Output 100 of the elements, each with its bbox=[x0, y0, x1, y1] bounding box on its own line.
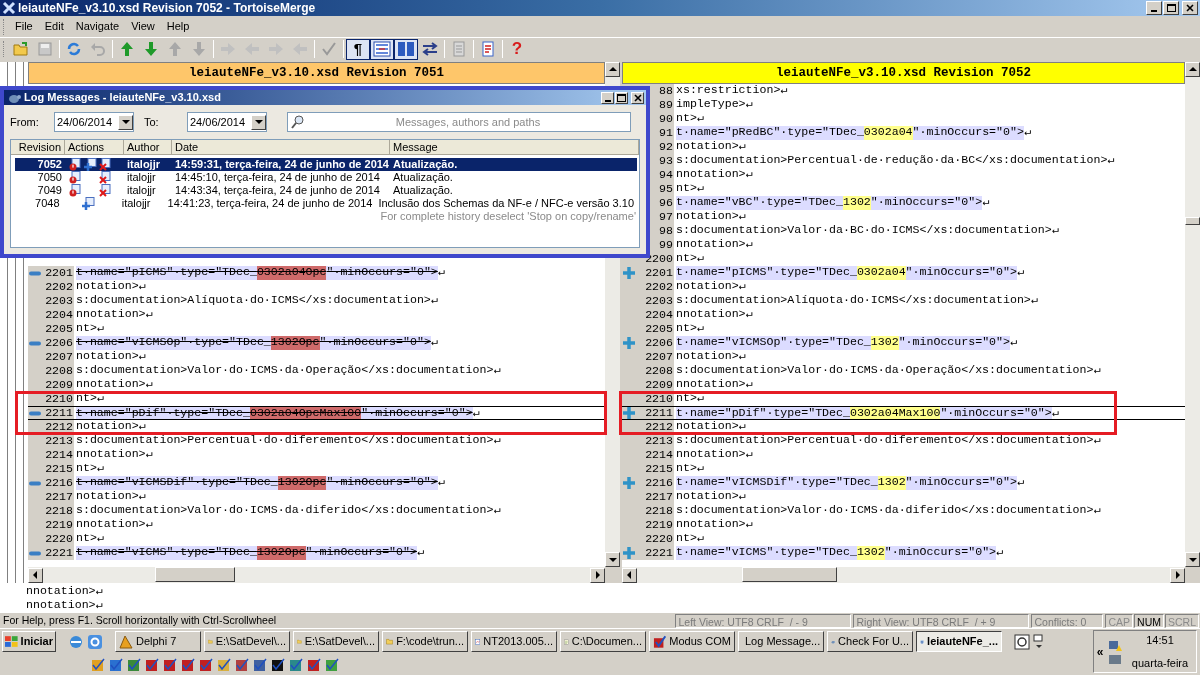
show-whitespace-button[interactable]: ¶ bbox=[346, 38, 370, 60]
taskbar-button[interactable]: leiauteNFe_... bbox=[916, 631, 1002, 652]
close-icon bbox=[1186, 4, 1194, 12]
line-number: 2220 bbox=[45, 533, 74, 545]
line-number: 2221 bbox=[645, 547, 674, 559]
changed-text: 1302 bbox=[870, 336, 899, 350]
taskbar-button[interactable]: E:\SatDevel\... bbox=[293, 631, 379, 652]
menu-item[interactable]: Edit bbox=[38, 18, 70, 35]
code-line: xs:restriction>↵ bbox=[675, 84, 788, 98]
pane-header: leiauteNFe_v3.10.xsd Revision 7051 bbox=[28, 62, 605, 84]
minimize-button[interactable] bbox=[1146, 1, 1162, 15]
search-input[interactable]: Messages, authors and paths bbox=[306, 113, 630, 131]
column-header[interactable]: Author bbox=[124, 140, 172, 154]
scrollbar-thumb[interactable] bbox=[155, 567, 235, 582]
dropdown-button[interactable] bbox=[118, 114, 133, 130]
taskbar-button[interactable]: Log Message... bbox=[738, 631, 824, 652]
taskbar-button[interactable]: Modus COM bbox=[649, 631, 735, 652]
tray-expand-button[interactable]: « bbox=[1094, 642, 1106, 661]
taskbar-button[interactable]: E:\SatDevel\... bbox=[204, 631, 290, 652]
log-row[interactable]: 7050 italojjr 14:45:10, terça-feira, 24 de junho de 2014 Atualização. bbox=[15, 171, 637, 184]
scroll-right-button[interactable] bbox=[1170, 567, 1185, 583]
vertical-scrollbar[interactable] bbox=[1185, 62, 1200, 583]
quick-launch-icon[interactable] bbox=[198, 656, 214, 673]
scroll-down-button[interactable] bbox=[1185, 552, 1200, 567]
scroll-left-button[interactable] bbox=[28, 567, 43, 583]
menu-item[interactable]: View bbox=[125, 18, 161, 35]
browser-icon[interactable] bbox=[68, 633, 84, 650]
from-date-picker[interactable]: 24/06/2014 bbox=[54, 112, 134, 132]
taskbar-button[interactable]: Check For U... bbox=[827, 631, 913, 652]
line-number: 98 bbox=[659, 225, 674, 237]
search-field[interactable]: Messages, authors and paths bbox=[287, 112, 631, 132]
minus-marker-icon bbox=[29, 340, 41, 346]
dialog-title: Log Messages - leiauteNFe_v3.10.xsd bbox=[24, 90, 222, 106]
key-indicator: SCRL bbox=[1165, 613, 1199, 628]
log-row[interactable]: 7052 italojjr 14:59:31, terça-feira, 24 de junho de 2014 Atualização. bbox=[15, 158, 637, 171]
quick-launch-icon[interactable] bbox=[270, 656, 286, 673]
changed-text: 0302a04Max100 bbox=[849, 407, 941, 419]
scroll-down-button[interactable] bbox=[605, 552, 620, 567]
scroll-right-button[interactable] bbox=[590, 567, 605, 583]
horizontal-scrollbar[interactable] bbox=[28, 567, 605, 583]
line-number: 2212 bbox=[45, 421, 74, 433]
quick-launch-icon[interactable] bbox=[306, 656, 322, 673]
quick-launch-icon[interactable] bbox=[144, 656, 160, 673]
line-number: 2209 bbox=[45, 379, 74, 391]
menu-item[interactable]: Navigate bbox=[69, 18, 126, 35]
line-number: 2214 bbox=[645, 449, 674, 461]
taskbar-button[interactable]: NT2013.005... bbox=[471, 631, 557, 652]
triangle-icon bbox=[120, 117, 131, 127]
scroll-up-button[interactable] bbox=[605, 62, 620, 77]
line-number: 2206 bbox=[45, 337, 74, 349]
two-pane-button[interactable] bbox=[394, 38, 418, 60]
column-header[interactable]: Actions bbox=[65, 140, 124, 154]
line-number: 2205 bbox=[45, 323, 74, 335]
minus-marker-icon bbox=[29, 270, 41, 276]
code-line: impleType>↵ bbox=[675, 98, 753, 112]
column-header[interactable]: Revision bbox=[11, 140, 65, 154]
taskbar-button[interactable]: C:\Documen... bbox=[560, 631, 646, 652]
start-button[interactable]: Iniciar bbox=[2, 631, 56, 652]
log-row[interactable]: 7048 italojjr 14:41:23, terça-feira, 24 de junho de 2014 Inclusão dos Schemas da NF-e / NFC-e versão 3.10 bbox=[15, 197, 637, 210]
maximize-button[interactable] bbox=[1163, 1, 1179, 15]
column-header[interactable]: Date bbox=[172, 140, 390, 154]
scroll-left-button[interactable] bbox=[622, 567, 637, 583]
taskbar-button[interactable]: Delphi 7 bbox=[115, 631, 201, 652]
code-line: notation>↵ bbox=[75, 420, 146, 434]
history-note: For complete history deselect 'Stop on copy/rename' bbox=[379, 209, 637, 225]
scroll-up-button[interactable] bbox=[1185, 62, 1200, 77]
quick-launch-icon[interactable] bbox=[180, 656, 196, 673]
to-date-picker[interactable]: 24/06/2014 bbox=[187, 112, 267, 132]
log-row[interactable]: 7049 italojjr 14:43:34, terça-feira, 24 de junho de 2014 Atualização. bbox=[15, 184, 637, 197]
up-arrow-icon bbox=[120, 41, 134, 57]
line-number: 97 bbox=[659, 211, 674, 223]
minus-marker-icon bbox=[29, 480, 41, 486]
author-cell-text: italojjr bbox=[120, 196, 152, 212]
added-file-icon bbox=[81, 197, 95, 210]
line-number: 2202 bbox=[45, 281, 74, 293]
help-icon[interactable] bbox=[1014, 633, 1030, 650]
maximize-button[interactable] bbox=[615, 91, 628, 104]
minus-marker-icon bbox=[29, 410, 41, 416]
browser-icon[interactable] bbox=[87, 633, 103, 650]
quick-launch-icon[interactable] bbox=[162, 656, 178, 673]
window-switcher-icon[interactable] bbox=[1033, 633, 1045, 650]
column-header[interactable]: Message bbox=[390, 140, 639, 154]
menu-item[interactable]: File bbox=[9, 18, 39, 35]
close-button[interactable] bbox=[631, 91, 644, 104]
menu-item[interactable]: Help bbox=[160, 18, 196, 35]
code-line: nnotation>↵ bbox=[675, 378, 753, 392]
close-button[interactable] bbox=[1182, 1, 1198, 15]
code-line: nnotation>↵ bbox=[75, 448, 153, 462]
horizontal-scrollbar[interactable] bbox=[622, 567, 1185, 583]
scrollbar-thumb[interactable] bbox=[1185, 217, 1200, 225]
revision-cell-text: 7049 bbox=[36, 183, 63, 199]
dropdown-button[interactable] bbox=[251, 114, 266, 130]
inline-diff-button[interactable] bbox=[370, 38, 394, 60]
code-line: s:documentation>Percentual·de·redução·da·BC</xs:documentation>↵ bbox=[675, 154, 1115, 168]
monitor-icon[interactable] bbox=[1108, 653, 1122, 666]
clock-day: quarta-feira bbox=[1131, 654, 1189, 671]
minimize-button[interactable] bbox=[601, 91, 614, 104]
scrollbar-thumb[interactable] bbox=[742, 567, 837, 582]
taskbar-button[interactable]: F:\code\trun... bbox=[382, 631, 468, 652]
line-number: 99 bbox=[659, 239, 674, 251]
